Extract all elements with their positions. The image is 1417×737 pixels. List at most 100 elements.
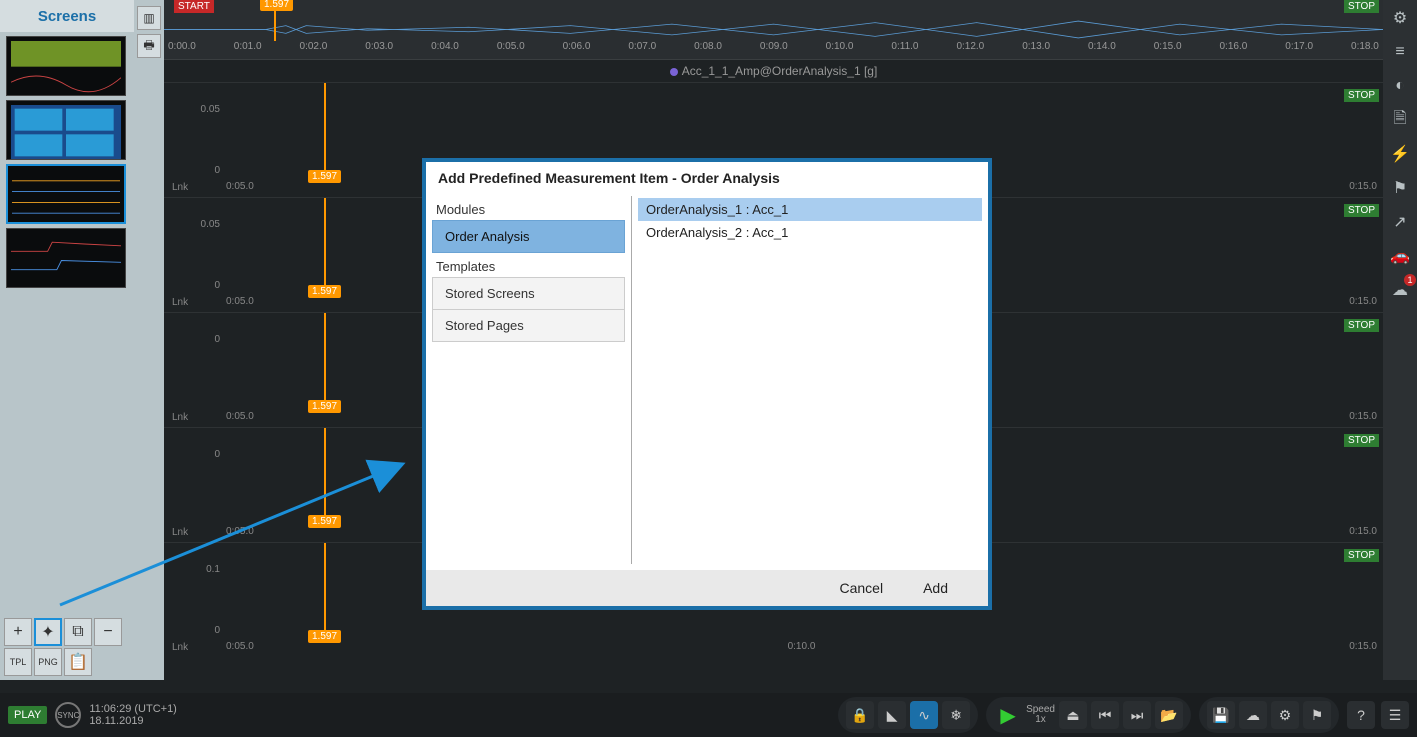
y-axis-label: Lnk [172,297,188,308]
next-icon[interactable]: ⏭ [1123,701,1151,729]
status-bar: PLAY SYNC 11:06:29 (UTC+1)18.11.2019 🔒 ◣… [0,693,1417,737]
screens-tools: + ✦ ⧉ − TPL PNG 📋 [0,614,134,680]
print-icon[interactable]: 🖶 [137,34,161,58]
add-screen-button[interactable]: + [4,618,32,646]
remove-screen-button[interactable]: − [94,618,122,646]
transport-center-group: ▶ Speed1x ⏏ ⏮ ⏭ 📂 [986,697,1191,733]
y-axis-label: Lnk [172,412,188,423]
curve-icon[interactable]: ∿ [910,701,938,729]
x-tick: 0:05.0 [226,526,254,542]
plot-stop-badge: STOP [1344,319,1379,332]
plot-cursor[interactable]: 1.597 [324,83,326,181]
template-stored-screens[interactable]: Stored Screens [432,277,625,310]
menu-icon[interactable]: ☰ [1381,701,1409,729]
y-tick: 0 [214,449,220,460]
add-measurement-dialog: Add Predefined Measurement Item - Order … [422,158,992,610]
timeline-waveform [164,18,1383,41]
module-order-analysis[interactable]: Order Analysis [432,220,625,253]
series-color-dot [670,68,678,76]
folder-icon[interactable]: 📂 [1155,701,1183,729]
screen-thumb-0[interactable] [6,36,126,96]
x-tick: 0:15.0 [1349,296,1377,312]
x-tick: 0:10.0 [788,641,816,657]
timeline-tick: 0:13.0 [1022,41,1050,59]
timeline-stop-badge: STOP [1344,0,1379,13]
plot-stop-badge: STOP [1344,89,1379,102]
bolt-icon[interactable]: ⚡ [1388,142,1412,166]
share-icon[interactable]: ↗ [1388,210,1412,234]
timeline-tick: 0:00.0 [168,41,196,59]
side-toolstrip: ▥ 🖶 [134,0,164,680]
sync-button[interactable]: SYNC [55,702,81,728]
timeline-tick: 0:04.0 [431,41,459,59]
timeline-cursor-label: 1.597 [260,0,293,11]
png-button[interactable]: PNG [34,648,62,676]
dialog-left-panel: Modules Order Analysis Templates Stored … [426,190,631,570]
lock-icon[interactable]: 🔒 [846,701,874,729]
plot-cursor[interactable]: 1.597 [324,198,326,296]
screen-thumb-1[interactable] [6,100,126,160]
x-tick: 0:05.0 [226,296,254,312]
y-tick: 0 [214,280,220,291]
template-stored-pages[interactable]: Stored Pages [432,309,625,342]
wand-button[interactable]: ✦ [34,618,62,646]
cloud-icon[interactable]: ☁ [1388,278,1412,302]
plot-cursor[interactable]: 1.597 [324,313,326,411]
eject-icon[interactable]: ⏏ [1059,701,1087,729]
modules-header: Modules [432,196,625,221]
play-button[interactable]: ▶ [994,701,1022,729]
plot-stop-badge: STOP [1344,434,1379,447]
plot-cursor[interactable]: 1.597 [324,428,326,526]
list-icon[interactable]: ≡ [1388,40,1412,64]
prev-icon[interactable]: ⏮ [1091,701,1119,729]
y-axis-label: Lnk [172,182,188,193]
help-button[interactable]: ? [1347,701,1375,729]
car-icon[interactable]: 🚗 [1388,244,1412,268]
x-tick: 0:15.0 [1349,411,1377,427]
windows-icon[interactable]: ▥ [137,6,161,30]
copy-screen-button[interactable]: ⧉ [64,618,92,646]
play-badge[interactable]: PLAY [8,706,47,724]
note-icon[interactable]: 🗎 [1388,108,1412,132]
timeline-tick: 0:12.0 [956,41,984,59]
measurement-item[interactable]: OrderAnalysis_2 : Acc_1 [638,221,982,244]
timeline-ticks: 0:00.00:01.00:02.00:03.00:04.00:05.00:06… [164,41,1383,59]
plot-stop-badge: STOP [1344,204,1379,217]
timeline-start-badge: START [174,0,214,13]
gauge-icon[interactable]: ◐ [1388,74,1412,98]
screens-thumbnails [0,32,134,292]
timeline-tick: 0:10.0 [826,41,854,59]
timeline-tick: 0:16.0 [1220,41,1248,59]
tpl-button[interactable]: TPL [4,648,32,676]
export-settings-icon[interactable]: ⚙ [1271,701,1299,729]
y-tick: 0 [214,625,220,636]
y-tick: 0 [214,334,220,345]
x-tick: 0:05.0 [226,411,254,427]
ruler-icon[interactable]: ◣ [878,701,906,729]
speed-indicator[interactable]: Speed1x [1026,705,1055,725]
timeline[interactable]: START STOP 1.597 0:00.00:01.00:02.00:03.… [164,0,1383,60]
save-icon[interactable]: 💾 [1207,701,1235,729]
timeline-tick: 0:18.0 [1351,41,1379,59]
transport-right-group: 💾 ☁ ⚙ ⚑ [1199,697,1339,733]
snow-icon[interactable]: ❄ [942,701,970,729]
cloud-save-icon[interactable]: ☁ [1239,701,1267,729]
clipboard-button[interactable]: 📋 [64,648,92,676]
timeline-tick: 0:03.0 [365,41,393,59]
screen-thumb-2[interactable] [6,164,126,224]
timeline-tick: 0:01.0 [234,41,262,59]
plot-cursor[interactable]: 1.597 [324,543,326,641]
cancel-button[interactable]: Cancel [839,580,883,596]
add-button[interactable]: Add [923,580,948,596]
marker-icon[interactable]: ⚑ [1303,701,1331,729]
x-tick: 0:15.0 [1349,641,1377,657]
transport-left-group: 🔒 ◣ ∿ ❄ [838,697,978,733]
measurement-item[interactable]: OrderAnalysis_1 : Acc_1 [638,198,982,221]
y-tick: 0.05 [201,104,220,115]
screens-panel: Screens + ✦ ⧉ − TPL PNG 📋 [0,0,134,680]
timeline-cursor[interactable]: 1.597 [274,0,276,41]
screen-thumb-3[interactable] [6,228,126,288]
flag-icon[interactable]: ⚑ [1388,176,1412,200]
gear-icon[interactable]: ⚙ [1388,6,1412,30]
y-axis-label: Lnk [172,527,188,538]
